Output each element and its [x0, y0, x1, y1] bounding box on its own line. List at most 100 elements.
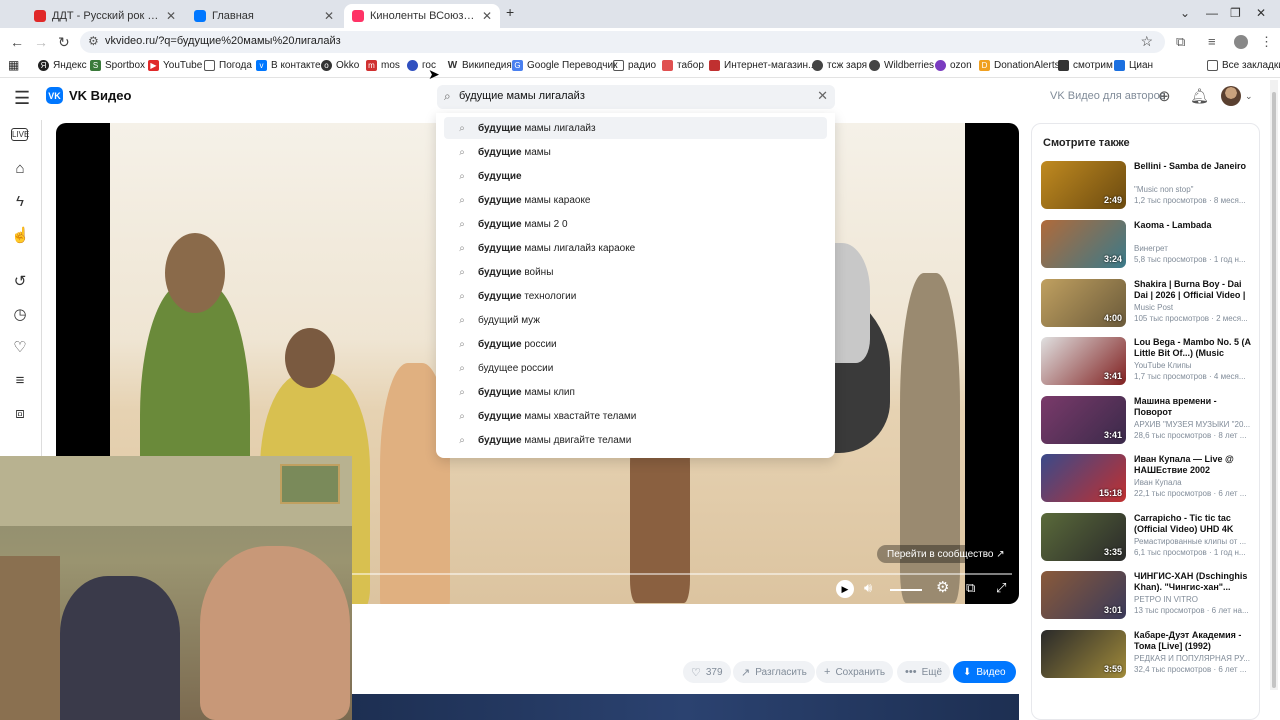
- video-thumbnail[interactable]: 3:24: [1041, 220, 1126, 268]
- notifications-bell-icon[interactable]: 🔔︎: [1190, 87, 1209, 105]
- minimize-button[interactable]: —: [1206, 6, 1218, 20]
- clear-search-icon[interactable]: ✕: [817, 88, 828, 104]
- volume-slider[interactable]: [890, 589, 922, 591]
- bookmark-smotrim[interactable]: смотрим: [1058, 60, 1113, 71]
- play-icon[interactable]: ▶: [836, 580, 854, 598]
- related-video-item[interactable]: 3:41 Машина времени - Поворот АРХИВ "МУЗЕЯ…: [1041, 396, 1255, 448]
- progress-bar[interactable]: [352, 573, 1012, 575]
- video-title[interactable]: Carrapicho - Tic tic tac (Official Video…: [1134, 513, 1252, 535]
- bookmark-okko[interactable]: o Okko: [321, 60, 359, 71]
- clips-icon[interactable]: ☝: [11, 226, 30, 244]
- related-video-item[interactable]: 15:18 Иван Купала — Live @ НАШЕствие 2002…: [1041, 454, 1255, 506]
- video-title[interactable]: Кабаре-Дуэт Академия - Тома [Live] (1992…: [1134, 630, 1252, 652]
- video-thumbnail[interactable]: 3:01: [1041, 571, 1126, 619]
- related-video-item[interactable]: 3:59 Кабаре-Дуэт Академия - Тома [Live] (…: [1041, 630, 1255, 682]
- suggestion-item[interactable]: ⌕ будущие мамы 2 0: [444, 213, 827, 235]
- browser-tab-ddt[interactable]: ДДТ - Русский рок (Аудио) - Y ✕: [26, 4, 184, 28]
- bookmark-yandex[interactable]: Я Яндекс: [38, 60, 87, 71]
- share-button[interactable]: ↗ Разгласить: [733, 661, 815, 683]
- analytics-icon[interactable]: ⧈: [11, 405, 29, 422]
- playlists-icon[interactable]: ≡: [11, 372, 29, 389]
- video-channel[interactable]: Ремастированные клипы от ...: [1134, 537, 1252, 546]
- close-tab-icon[interactable]: ✕: [482, 9, 492, 23]
- suggestion-item[interactable]: ⌕ будущий муж: [444, 309, 827, 331]
- all-bookmarks-button[interactable]: Все закладки: [1207, 60, 1280, 71]
- video-channel[interactable]: YouTube Клипы: [1134, 361, 1252, 370]
- bookmark-vkontakte[interactable]: v В контакте: [256, 60, 321, 71]
- video-channel[interactable]: Иван Купала: [1134, 478, 1252, 487]
- video-thumbnail[interactable]: 3:41: [1041, 396, 1126, 444]
- suggestion-item[interactable]: ⌕ будущие мамы караоке: [444, 189, 827, 211]
- video-channel[interactable]: АРХИВ "МУЗЕЯ МУЗЫКИ "20...: [1134, 420, 1252, 429]
- tab-search-icon[interactable]: ⌄: [1180, 6, 1190, 20]
- reading-list-icon[interactable]: ≡: [1208, 34, 1216, 49]
- vk-video-logo[interactable]: VK VK Видео: [46, 87, 131, 104]
- related-video-item[interactable]: 3:24 Kaoma - Lambada Винегрет 5,8 тыс просм…: [1041, 220, 1255, 272]
- suggestion-item[interactable]: ⌕ будущие технологии: [444, 285, 827, 307]
- close-window-button[interactable]: ✕: [1256, 6, 1266, 20]
- bookmark-pogoda[interactable]: Погода: [204, 60, 252, 71]
- video-thumbnail[interactable]: 2:49: [1041, 161, 1126, 209]
- video-channel[interactable]: Винегрет: [1134, 244, 1252, 253]
- bookmark-tabor[interactable]: табор: [662, 60, 704, 71]
- video-title[interactable]: Shakira | Burna Boy - Dai Dai | 2026 | O…: [1134, 279, 1252, 301]
- address-bar[interactable]: ⚙ vkvideo.ru/?q=будущие%20мамы%20лигалай…: [80, 31, 1165, 53]
- chevron-down-icon[interactable]: ⌄: [1245, 91, 1253, 102]
- suggestion-item[interactable]: ⌕ будущие мамы клип: [444, 381, 827, 403]
- video-channel[interactable]: Music Post: [1134, 303, 1252, 312]
- like-button[interactable]: ♡ 379: [683, 661, 731, 683]
- settings-gear-icon[interactable]: ⚙: [936, 578, 949, 596]
- video-title[interactable]: ЧИНГИС-ХАН (Dschinghis Khan). "Чингис-ха…: [1134, 571, 1252, 593]
- suggestion-item[interactable]: ⌕ будущие мамы: [444, 141, 827, 163]
- heart-icon[interactable]: ♡: [11, 338, 29, 356]
- video-title[interactable]: Kaoma - Lambada: [1134, 220, 1252, 231]
- picture-in-picture-icon[interactable]: ⧉: [966, 580, 975, 596]
- scrollbar-thumb[interactable]: [1272, 92, 1276, 688]
- extensions-icon[interactable]: ⧉: [1176, 34, 1185, 50]
- bookmark-tszh-zarya[interactable]: тсж заря: [812, 60, 867, 71]
- home-icon[interactable]: ⌂: [11, 160, 29, 177]
- volume-icon[interactable]: 🔊︎: [864, 580, 872, 596]
- vk-video-for-authors-link[interactable]: VK Видео для авторов: [1050, 90, 1166, 102]
- browser-tab-vk-home[interactable]: Главная ✕: [186, 4, 342, 28]
- related-video-item[interactable]: 2:49 Bellini - Samba de Janeiro "Music non…: [1041, 161, 1255, 213]
- video-thumbnail[interactable]: 3:35: [1041, 513, 1126, 561]
- video-title[interactable]: Bellini - Samba de Janeiro: [1134, 161, 1252, 172]
- bookmark-wildberries[interactable]: Wildberries: [869, 60, 934, 71]
- bookmark-star-icon[interactable]: ☆: [1140, 33, 1153, 50]
- suggestion-item[interactable]: ⌕ будущие мамы двигайте телами: [444, 429, 827, 451]
- suggestion-item[interactable]: ⌕ будущие: [444, 165, 827, 187]
- bookmark-wikipedia[interactable]: W Википедия: [447, 60, 512, 71]
- bookmark-sportbox[interactable]: S Sportbox: [90, 60, 145, 71]
- back-arrow-icon[interactable]: ←: [10, 34, 24, 50]
- maximize-button[interactable]: ❐: [1230, 6, 1241, 20]
- bookmark-cian[interactable]: Циан: [1114, 60, 1153, 71]
- site-info-icon[interactable]: ⚙: [88, 34, 99, 48]
- video-title[interactable]: Lou Bega - Mambo No. 5 (A Little Bit Of.…: [1134, 337, 1252, 359]
- fullscreen-icon[interactable]: ⤢: [996, 580, 1006, 596]
- video-channel[interactable]: "Music non stop": [1134, 185, 1252, 194]
- video-thumbnail[interactable]: 4:00: [1041, 279, 1126, 327]
- apps-grid-icon[interactable]: ▦: [8, 58, 19, 72]
- close-tab-icon[interactable]: ✕: [324, 9, 334, 23]
- video-thumbnail[interactable]: 3:41: [1041, 337, 1126, 385]
- suggestion-item[interactable]: ⌕ будущие войны: [444, 261, 827, 283]
- user-avatar[interactable]: [1221, 86, 1241, 106]
- browser-tab-vkvideo[interactable]: Киноленты ВСоюзе — смотре ✕: [344, 4, 500, 28]
- watch-later-icon[interactable]: ◷: [11, 305, 29, 323]
- history-icon[interactable]: ↺: [11, 272, 29, 290]
- profile-avatar-icon[interactable]: [1234, 35, 1248, 49]
- save-button[interactable]: + Сохранить: [816, 661, 894, 683]
- forward-arrow-icon[interactable]: →: [34, 34, 48, 50]
- video-channel[interactable]: РЕДКАЯ И ПОПУЛЯРНАЯ РУ...: [1134, 654, 1252, 663]
- search-input[interactable]: ⌕ будущие мамы лигалайз ✕: [437, 85, 835, 109]
- reload-icon[interactable]: ↻: [58, 34, 70, 51]
- new-tab-button[interactable]: +: [506, 4, 514, 20]
- bookmark-donationalerts[interactable]: D DonationAlerts: [979, 60, 1060, 71]
- video-title[interactable]: Иван Купала — Live @ НАШЕствие 2002: [1134, 454, 1252, 476]
- lightning-icon[interactable]: ϟ: [11, 193, 29, 210]
- suggestion-item[interactable]: ⌕ будущие мамы лигалайз: [444, 117, 827, 139]
- video-title[interactable]: Машина времени - Поворот: [1134, 396, 1252, 418]
- video-thumbnail[interactable]: 15:18: [1041, 454, 1126, 502]
- menu-icon[interactable]: ☰: [14, 88, 30, 109]
